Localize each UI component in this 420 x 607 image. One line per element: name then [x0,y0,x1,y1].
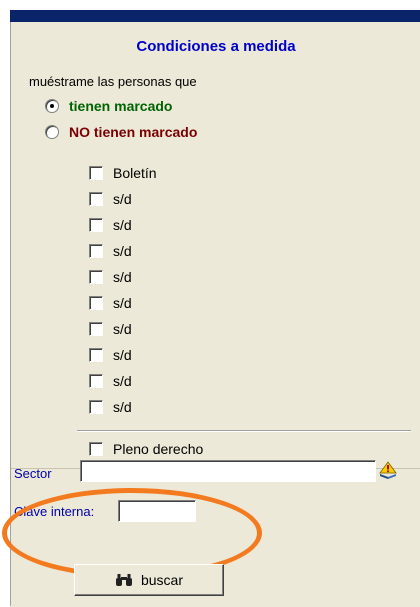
checkbox[interactable] [89,374,103,388]
help-book-icon[interactable] [378,460,398,480]
checkbox-sd-7[interactable]: s/d [89,342,157,368]
checkbox-sd-6[interactable]: s/d [89,316,157,342]
checkbox-sd-5[interactable]: s/d [89,290,157,316]
checkbox-sd-9[interactable]: s/d [89,394,157,420]
checkbox-label: s/d [113,373,132,389]
radio-no-tienen-marcado[interactable]: NO tienen marcado [45,124,197,140]
checkbox-label: s/d [113,347,132,363]
radio-tienen-marcado[interactable]: tienen marcado [45,98,172,114]
checkbox[interactable] [89,244,103,258]
checkbox[interactable] [89,348,103,362]
panel-title: Condiciones a medida [136,38,296,55]
checkbox-sd-4[interactable]: s/d [89,264,157,290]
checkbox-sd-8[interactable]: s/d [89,368,157,394]
checkbox-sd-3[interactable]: s/d [89,238,157,264]
clave-interna-input[interactable] [118,500,196,522]
checkbox-label: s/d [113,191,132,207]
radio-button-selected[interactable] [45,99,59,113]
checkbox-label: s/d [113,295,132,311]
window-top-bar [10,10,420,22]
checkbox-label: s/d [113,269,132,285]
checkbox[interactable] [89,166,103,180]
checkbox-label: Boletín [113,165,157,181]
clave-interna-label: Clave interna: [14,504,95,519]
binoculars-icon [115,574,132,586]
checkbox[interactable] [89,218,103,232]
radio-label: NO tienen marcado [69,124,198,140]
divider [77,430,411,432]
checkbox-sd-1[interactable]: s/d [89,186,157,212]
checkbox-label: s/d [113,243,132,259]
checkbox-label: s/d [113,399,132,415]
search-button-label: buscar [140,572,184,588]
search-button[interactable]: buscar [74,564,224,596]
checkbox[interactable] [89,270,103,284]
checkbox-label: s/d [113,321,132,337]
checkbox-label: s/d [113,217,132,233]
checkbox-sd-2[interactable]: s/d [89,212,157,238]
checkbox-boletin[interactable]: Boletín [89,160,157,186]
checkbox-label: Pleno derecho [113,441,204,457]
checkbox[interactable] [89,400,103,414]
checkbox[interactable] [89,322,103,336]
checkbox[interactable] [89,442,103,456]
panel-subtitle: muéstrame las personas que [29,74,197,89]
sector-input[interactable] [80,460,376,482]
checkbox[interactable] [89,192,103,206]
checkbox[interactable] [89,296,103,310]
radio-button[interactable] [45,125,59,139]
radio-label: tienen marcado [69,98,173,114]
checkbox-list: Boletín s/d s/d s/d s/d s/d s/d s/d s/d … [89,160,157,420]
checkbox-pleno-derecho[interactable]: Pleno derecho [89,436,203,462]
sector-label: Sector [14,466,52,481]
